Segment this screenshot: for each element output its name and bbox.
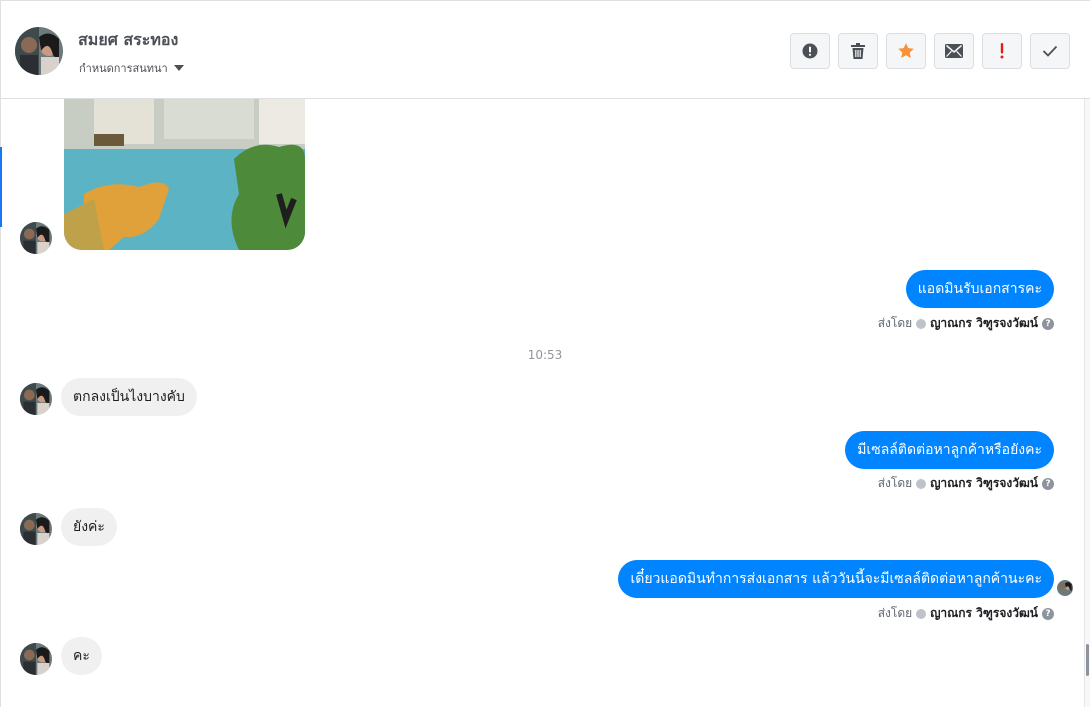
checkmark-icon	[1042, 45, 1058, 57]
contact-avatar-small	[20, 383, 52, 415]
verified-icon	[916, 478, 927, 489]
help-icon[interactable]: ?	[1042, 607, 1054, 620]
assign-label: กำหนดการสนทนา	[79, 62, 168, 75]
envelope-icon	[945, 44, 963, 58]
message-timestamp: 10:53	[527, 348, 563, 362]
outgoing-message[interactable]: เดี๋ยวแอดมินทำการส่งเอกสาร แล้ววันนี้จะม…	[618, 560, 1054, 598]
sent-by-line: ส่งโดย ญาณกร วิฑูรจงวัฒน์ ?	[878, 604, 1054, 623]
outgoing-message[interactable]: แอดมินรับเอกสารคะ	[905, 270, 1054, 308]
important-button[interactable]	[982, 33, 1022, 69]
agent-name: ญาณกร วิฑูรจงวัฒน์	[930, 476, 1038, 490]
trash-icon	[851, 43, 865, 59]
seen-by-avatar	[1057, 580, 1073, 596]
incoming-message[interactable]: คะ	[61, 637, 102, 675]
sent-by-label: ส่งโดย	[877, 476, 913, 490]
contact-avatar-small	[20, 643, 52, 675]
help-icon[interactable]: ?	[1042, 317, 1054, 330]
star-button[interactable]	[886, 33, 926, 69]
conversation-header: สมยศ สระทอง กำหนดการสนทนา	[1, 1, 1090, 99]
contact-avatar-small	[20, 513, 52, 545]
active-indicator	[0, 147, 2, 227]
contact-avatar-small	[20, 222, 52, 254]
sent-by-label: ส่งโดย	[877, 606, 913, 620]
exclamation-icon	[1000, 43, 1004, 59]
caret-down-icon	[173, 65, 184, 71]
contact-name: สมยศ สระทอง	[78, 30, 179, 49]
outgoing-message[interactable]: มีเซลล์ติดต่อหาลูกค้าหรือยังคะ	[845, 431, 1054, 469]
shared-photo-attachment[interactable]	[64, 99, 305, 250]
sent-by-line: ส่งโดย ญาณกร วิฑูรจงวัฒน์ ?	[878, 474, 1054, 493]
conversation-toolbar	[790, 33, 1070, 69]
help-icon[interactable]: ?	[1042, 477, 1054, 490]
agent-name: ญาณกร วิฑูรจงวัฒน์	[930, 316, 1038, 330]
delete-button[interactable]	[838, 33, 878, 69]
star-icon	[898, 43, 914, 58]
sent-by-label: ส่งโดย	[877, 316, 913, 330]
mark-done-button[interactable]	[1030, 33, 1070, 69]
agent-name: ญาณกร วิฑูรจงวัฒน์	[930, 606, 1038, 620]
verified-icon	[916, 608, 927, 619]
incoming-message[interactable]: ยังค่ะ	[61, 508, 117, 546]
assign-conversation-dropdown[interactable]: กำหนดการสนทนา	[79, 59, 184, 77]
message-scrollbar[interactable]	[1084, 99, 1090, 707]
sent-by-line: ส่งโดย ญาณกร วิฑูรจงวัฒน์ ?	[878, 314, 1054, 333]
report-button[interactable]	[790, 33, 830, 69]
verified-icon	[916, 318, 927, 329]
scrollbar-thumb[interactable]	[1086, 644, 1089, 676]
contact-avatar[interactable]	[15, 27, 63, 75]
mark-unread-button[interactable]	[934, 33, 974, 69]
incoming-message[interactable]: ตกลงเป็นไงบางคับ	[61, 378, 197, 416]
alert-circle-icon	[802, 43, 818, 59]
